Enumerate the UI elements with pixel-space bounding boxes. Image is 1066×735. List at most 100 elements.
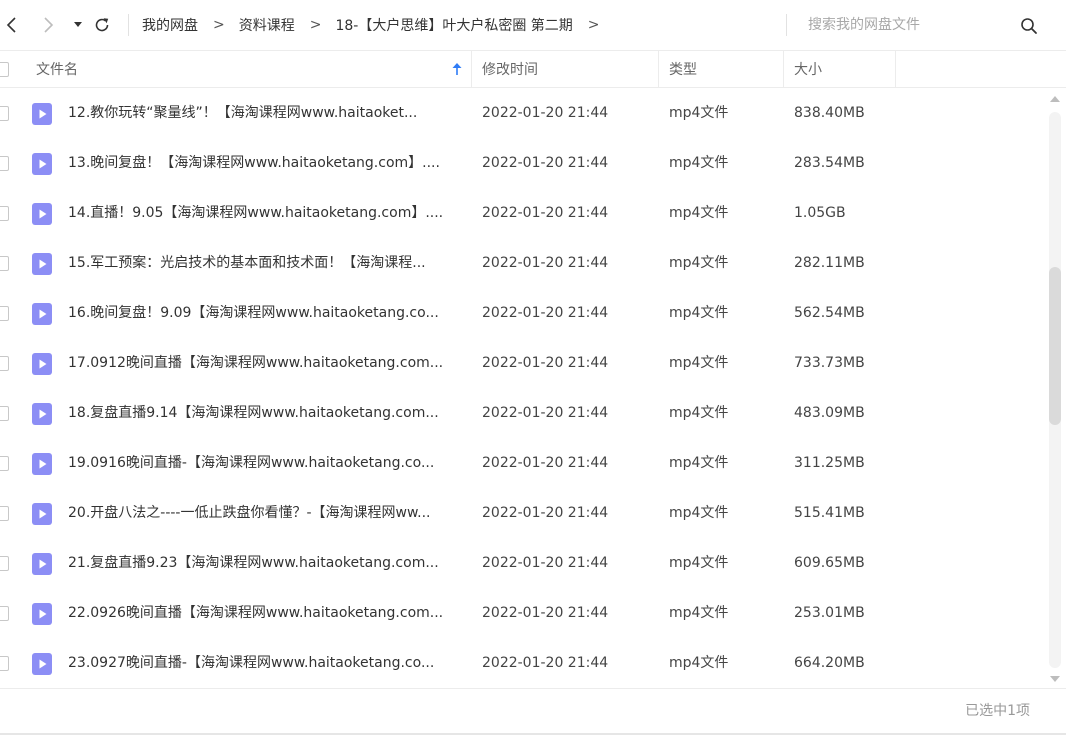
- file-size: 609.65MB: [794, 555, 865, 571]
- file-name: 15.军工预案：光启技术的基本面和技术面！【海淘课程...: [68, 255, 426, 271]
- back-button[interactable]: [0, 12, 24, 38]
- select-all-checkbox[interactable]: [0, 62, 9, 77]
- file-row[interactable]: 21.复盘直播9.23【海淘课程网www.haitaoketang.com...…: [0, 538, 1044, 588]
- file-row[interactable]: 15.军工预案：光启技术的基本面和技术面！【海淘课程... 2022-01-20…: [0, 238, 1044, 288]
- breadcrumb-item-course-materials[interactable]: 资料课程: [239, 15, 295, 35]
- file-size: 664.20MB: [794, 655, 865, 671]
- forward-button[interactable]: [36, 12, 60, 38]
- file-name: 16.晚间复盘！9.09【海淘课程网www.haitaoketang.co...: [68, 305, 439, 321]
- file-size: 515.41MB: [794, 505, 865, 521]
- row-checkbox[interactable]: [0, 306, 9, 321]
- video-file-icon: [32, 153, 52, 175]
- breadcrumb-item-current-folder[interactable]: 18-【大户思维】叶大户私密圈 第二期: [335, 15, 572, 35]
- search-icon: [1021, 18, 1037, 34]
- video-file-icon: [32, 303, 52, 325]
- scrollbar-thumb[interactable]: [1049, 267, 1061, 425]
- row-checkbox[interactable]: [0, 156, 9, 171]
- file-modified: 2022-01-20 21:44: [482, 605, 609, 621]
- file-modified: 2022-01-20 21:44: [482, 405, 609, 421]
- file-row[interactable]: 22.0926晚间直播【海淘课程网www.haitaoketang.com...…: [0, 588, 1044, 638]
- row-checkbox[interactable]: [0, 206, 9, 221]
- column-header-size[interactable]: 大小: [783, 51, 896, 87]
- selection-status: 已选中1项: [965, 703, 1030, 719]
- file-row[interactable]: 20.开盘八法之----一低止跌盘你看懂？-【海淘课程网ww... 2022-0…: [0, 488, 1044, 538]
- file-size: 1.05GB: [794, 205, 846, 221]
- file-modified: 2022-01-20 21:44: [482, 105, 609, 121]
- column-header-type[interactable]: 类型: [658, 51, 783, 87]
- file-row[interactable]: 23.0927晚间直播-【海淘课程网www.haitaoketang.co...…: [0, 638, 1044, 688]
- file-name: 14.直播！9.05【海淘课程网www.haitaoketang.com】...…: [68, 205, 444, 221]
- video-file-icon: [32, 403, 52, 425]
- file-type: mp4文件: [669, 655, 729, 671]
- file-size: 311.25MB: [794, 455, 865, 471]
- file-name: 18.复盘直播9.14【海淘课程网www.haitaoketang.com...: [68, 405, 439, 421]
- file-modified: 2022-01-20 21:44: [482, 555, 609, 571]
- video-file-icon: [32, 103, 52, 125]
- file-size: 282.11MB: [794, 255, 865, 271]
- row-checkbox[interactable]: [0, 356, 9, 371]
- row-checkbox[interactable]: [0, 606, 9, 621]
- file-row[interactable]: 17.0912晚间直播【海淘课程网www.haitaoketang.com...…: [0, 338, 1044, 388]
- toolbar-divider: [128, 14, 129, 36]
- search-divider: [786, 14, 787, 36]
- video-file-icon: [32, 253, 52, 275]
- file-list: 12.教你玩转“聚量线”！【海淘课程网www.haitaoket... 2022…: [0, 88, 1044, 688]
- row-checkbox[interactable]: [0, 256, 9, 271]
- search-button[interactable]: [1016, 13, 1042, 39]
- file-name: 13.晚间复盘！【海淘课程网www.haitaoketang.com】....: [68, 155, 440, 171]
- file-modified: 2022-01-20 21:44: [482, 205, 609, 221]
- file-size: 483.09MB: [794, 405, 865, 421]
- column-header-name[interactable]: 文件名: [0, 51, 471, 87]
- file-size: 253.01MB: [794, 605, 865, 621]
- file-row[interactable]: 19.0916晚间直播-【海淘课程网www.haitaoketang.co...…: [0, 438, 1044, 488]
- history-dropdown-button[interactable]: [66, 12, 90, 38]
- row-checkbox[interactable]: [0, 456, 9, 471]
- file-size: 562.54MB: [794, 305, 865, 321]
- file-name: 12.教你玩转“聚量线”！【海淘课程网www.haitaoket...: [68, 105, 418, 121]
- file-modified: 2022-01-20 21:44: [482, 255, 609, 271]
- breadcrumb-item-my-drive[interactable]: 我的网盘: [142, 15, 198, 35]
- file-row[interactable]: 13.晚间复盘！【海淘课程网www.haitaoketang.com】.... …: [0, 138, 1044, 188]
- file-modified: 2022-01-20 21:44: [482, 155, 609, 171]
- file-row[interactable]: 12.教你玩转“聚量线”！【海淘课程网www.haitaoket... 2022…: [0, 88, 1044, 138]
- row-checkbox[interactable]: [0, 506, 9, 521]
- video-file-icon: [32, 603, 52, 625]
- column-header-modified[interactable]: 修改时间: [471, 51, 658, 87]
- refresh-button[interactable]: [90, 12, 114, 38]
- file-type: mp4文件: [669, 305, 729, 321]
- search-input[interactable]: [796, 11, 1008, 39]
- file-name: 19.0916晚间直播-【海淘课程网www.haitaoketang.co...: [68, 455, 435, 471]
- caret-down-icon: [74, 22, 82, 27]
- video-file-icon: [32, 503, 52, 525]
- sort-ascending-icon[interactable]: [451, 62, 463, 76]
- breadcrumb: 我的网盘 > 资料课程 > 18-【大户思维】叶大户私密圈 第二期 >: [142, 14, 600, 36]
- file-modified: 2022-01-20 21:44: [482, 355, 609, 371]
- file-name: 20.开盘八法之----一低止跌盘你看懂？-【海淘课程网ww...: [68, 505, 431, 521]
- refresh-icon: [95, 18, 109, 32]
- toolbar: 我的网盘 > 资料课程 > 18-【大户思维】叶大户私密圈 第二期 >: [0, 0, 1066, 50]
- file-type: mp4文件: [669, 355, 729, 371]
- row-checkbox[interactable]: [0, 656, 9, 671]
- vertical-scrollbar[interactable]: [1046, 92, 1062, 686]
- row-checkbox[interactable]: [0, 106, 9, 121]
- file-row[interactable]: 18.复盘直播9.14【海淘课程网www.haitaoketang.com...…: [0, 388, 1044, 438]
- scrollbar-track[interactable]: [1049, 112, 1061, 668]
- file-row[interactable]: 16.晚间复盘！9.09【海淘课程网www.haitaoketang.co...…: [0, 288, 1044, 338]
- scroll-up-arrow-icon[interactable]: [1050, 96, 1060, 102]
- breadcrumb-separator: >: [309, 17, 322, 33]
- column-label-name: 文件名: [36, 62, 78, 78]
- row-checkbox[interactable]: [0, 556, 9, 571]
- breadcrumb-separator: >: [213, 17, 225, 33]
- file-name: 21.复盘直播9.23【海淘课程网www.haitaoketang.com...: [68, 555, 439, 571]
- file-type: mp4文件: [669, 255, 729, 271]
- file-name: 23.0927晚间直播-【海淘课程网www.haitaoketang.co...: [68, 655, 435, 671]
- video-file-icon: [32, 203, 52, 225]
- video-file-icon: [32, 553, 52, 575]
- file-name: 22.0926晚间直播【海淘课程网www.haitaoketang.com...: [68, 605, 444, 621]
- breadcrumb-expand-separator[interactable]: >: [588, 17, 600, 33]
- row-checkbox[interactable]: [0, 406, 9, 421]
- scroll-down-arrow-icon[interactable]: [1050, 676, 1060, 682]
- file-type: mp4文件: [669, 505, 729, 521]
- file-row[interactable]: 14.直播！9.05【海淘课程网www.haitaoketang.com】...…: [0, 188, 1044, 238]
- chevron-left-icon: [6, 17, 16, 33]
